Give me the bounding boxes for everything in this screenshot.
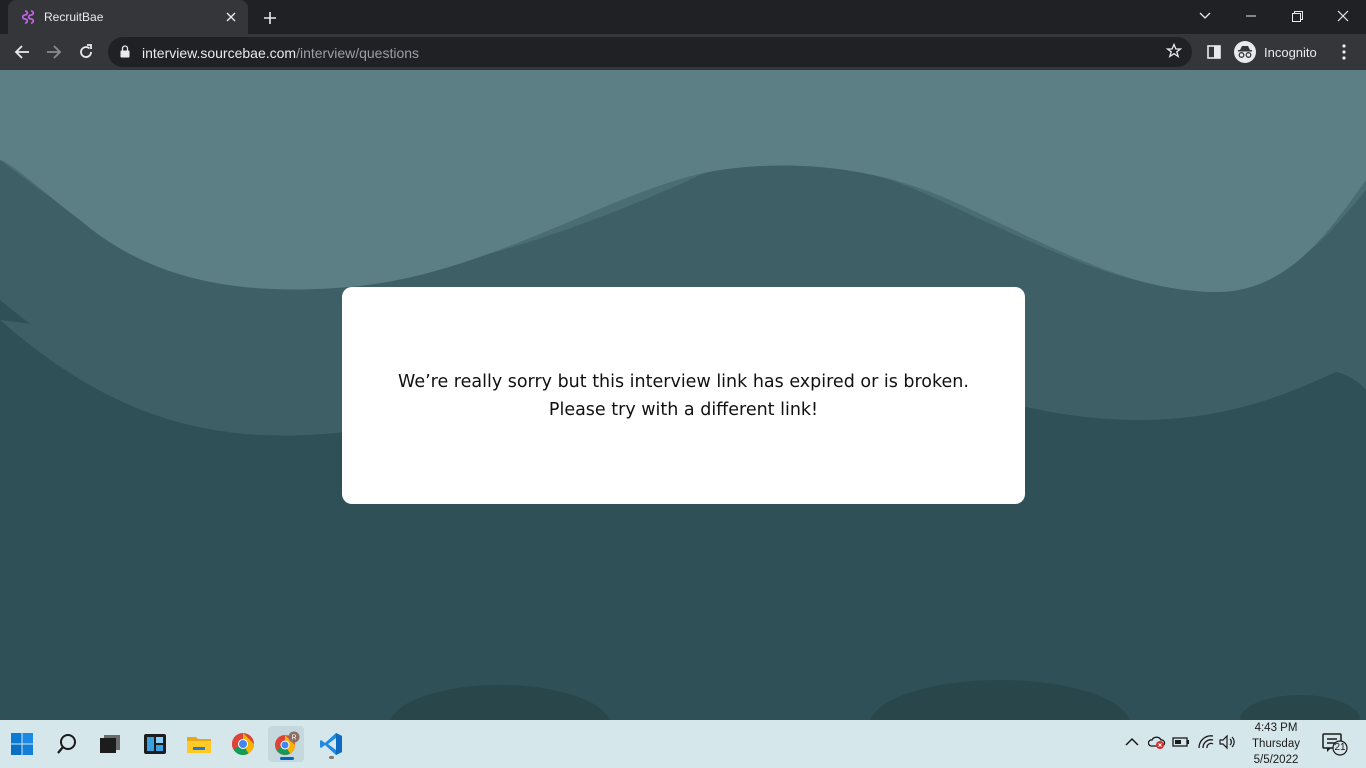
chrome-icon[interactable] — [225, 726, 261, 762]
file-explorer-icon[interactable] — [181, 726, 217, 762]
side-panel-icon[interactable] — [1200, 38, 1228, 66]
tab-search-icon[interactable] — [1182, 0, 1228, 32]
error-card: We’re really sorry but this interview li… — [342, 287, 1025, 504]
battery-icon[interactable] — [1172, 734, 1190, 755]
incognito-icon — [1234, 41, 1256, 63]
page-content: We’re really sorry but this interview li… — [0, 70, 1366, 720]
lock-icon[interactable] — [120, 45, 130, 63]
clock-time: 4:43 PM — [1254, 722, 1298, 734]
tab-title: RecruitBae — [44, 10, 104, 24]
vscode-icon[interactable] — [313, 726, 349, 762]
volume-icon[interactable] — [1219, 734, 1237, 755]
url-path: /interview/questions — [296, 45, 420, 61]
widgets-icon[interactable] — [137, 726, 173, 762]
running-app-indicator — [329, 756, 334, 759]
chevron-up-icon[interactable] — [1125, 734, 1139, 755]
onedrive-error-icon[interactable] — [1147, 734, 1166, 755]
clock-date: 5/5/2022 — [1253, 754, 1299, 766]
error-message: We’re really sorry but this interview li… — [398, 371, 969, 420]
chrome-incognito-icon[interactable]: R — [268, 726, 304, 762]
restore-icon[interactable] — [1274, 0, 1320, 32]
minimize-icon[interactable] — [1228, 0, 1274, 32]
url-domain: interview.sourcebae.com — [142, 45, 297, 61]
menu-kebab-icon[interactable] — [1330, 38, 1358, 66]
close-window-icon[interactable] — [1320, 0, 1366, 32]
browser-tab[interactable]: RecruitBae — [8, 0, 248, 34]
recruitbae-favicon-icon — [20, 9, 36, 25]
clock-day: Thursday — [1252, 738, 1300, 750]
taskbar-clock[interactable]: 4:43 PM Thursday 5/5/2022 — [1244, 720, 1308, 768]
windows-taskbar: R 4:43 PM Thursday 5/5/2022 21 — [0, 720, 1366, 768]
notification-center-icon[interactable]: 21 — [1322, 732, 1350, 756]
incognito-profile[interactable]: Incognito — [1234, 38, 1317, 66]
close-tab-icon[interactable] — [222, 8, 240, 26]
browser-toolbar: interview.sourcebae.com/interview/questi… — [0, 34, 1366, 70]
active-app-indicator — [280, 757, 294, 760]
reload-icon[interactable] — [72, 38, 100, 66]
notification-count: 21 — [1334, 742, 1346, 753]
wifi-icon[interactable] — [1197, 734, 1215, 755]
browser-titlebar: RecruitBae — [0, 0, 1366, 34]
new-tab-icon[interactable] — [258, 6, 282, 30]
incognito-label: Incognito — [1264, 44, 1317, 60]
address-bar[interactable]: interview.sourcebae.com/interview/questi… — [108, 37, 1192, 67]
url-text[interactable]: interview.sourcebae.com/interview/questi… — [142, 45, 419, 61]
back-icon[interactable] — [8, 38, 36, 66]
start-icon[interactable] — [4, 726, 40, 762]
task-view-icon[interactable] — [92, 726, 128, 762]
search-icon[interactable] — [49, 726, 85, 762]
forward-icon[interactable] — [40, 38, 68, 66]
svg-text:R: R — [291, 735, 296, 742]
bookmark-star-icon[interactable] — [1165, 42, 1183, 64]
